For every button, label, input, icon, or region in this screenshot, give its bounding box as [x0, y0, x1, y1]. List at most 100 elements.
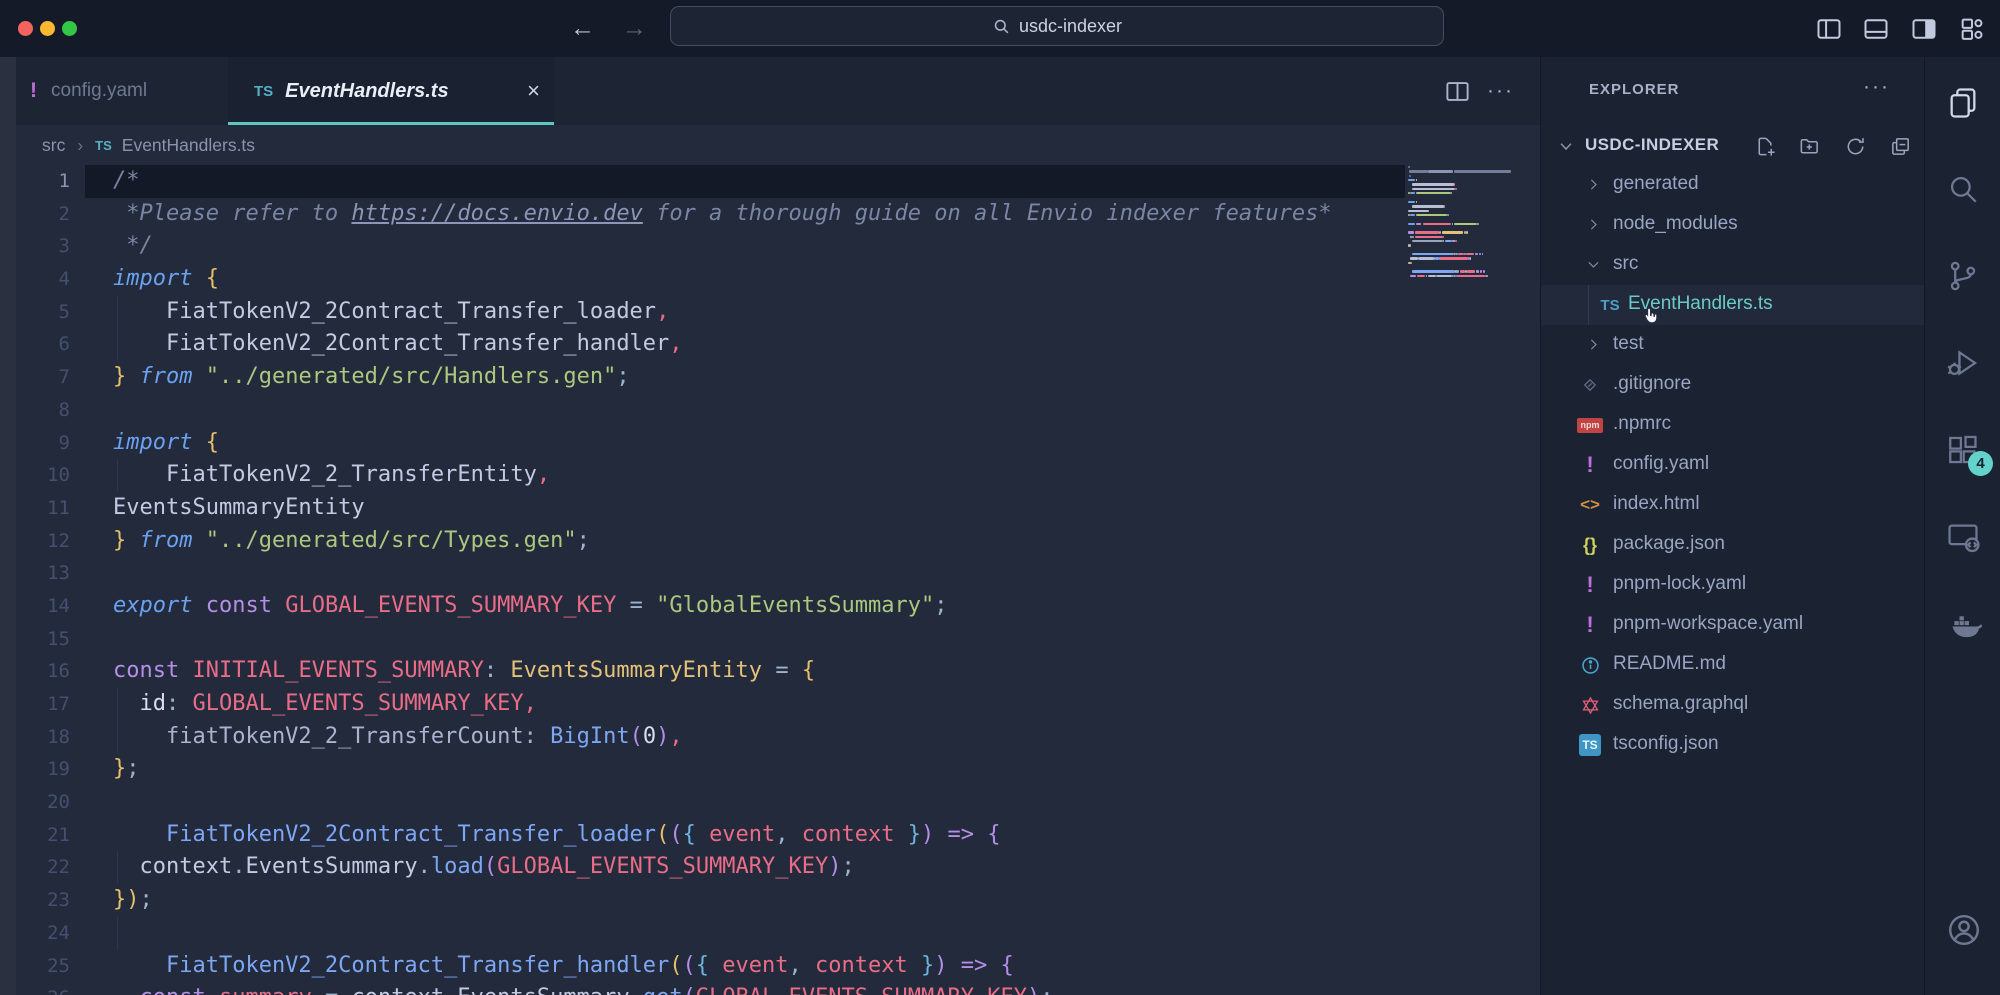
remote-explorer-icon[interactable] — [1946, 520, 1980, 554]
code-line-3[interactable]: 3 */ — [0, 230, 1405, 263]
refresh-icon[interactable] — [1844, 135, 1867, 158]
code-line-24[interactable]: 24 — [0, 917, 1405, 950]
code-line-15[interactable]: 15 — [0, 623, 1405, 656]
breadcrumb-separator-icon: › — [77, 135, 83, 156]
tree-file--npmrc[interactable]: npm.npmrc — [1541, 405, 1925, 445]
code-line-13[interactable]: 13 — [0, 557, 1405, 590]
code-line-10[interactable]: 10 FiatTokenV2_2_TransferEntity, — [0, 459, 1405, 492]
code-line-9[interactable]: 9import { — [0, 427, 1405, 460]
tree-file-config-yaml[interactable]: !config.yaml — [1541, 445, 1925, 485]
code-editor[interactable]: 1/*2 *Please refer to https://docs.envio… — [0, 165, 1405, 995]
warning-file-icon: ! — [1577, 573, 1603, 597]
project-name: USDC-INDEXER — [1585, 135, 1719, 155]
line-number: 7 — [0, 361, 70, 394]
zoom-window-button[interactable] — [62, 21, 77, 36]
tree-file-index-html[interactable]: <>index.html — [1541, 485, 1925, 525]
tree-file-pnpm-workspace-yaml[interactable]: !pnpm-workspace.yaml — [1541, 605, 1925, 645]
tree-label: index.html — [1613, 493, 1700, 515]
more-actions-icon[interactable]: ··· — [1487, 79, 1514, 103]
json-file-icon: {} — [1577, 533, 1603, 557]
docker-icon[interactable] — [1946, 607, 1980, 641]
collapse-all-icon[interactable] — [1889, 135, 1912, 158]
command-center-search[interactable]: usdc-indexer — [670, 6, 1444, 46]
tree-folder-test[interactable]: test — [1541, 325, 1925, 365]
code-line-17[interactable]: 17 id: GLOBAL_EVENTS_SUMMARY_KEY, — [0, 688, 1405, 721]
line-content: context.EventsSummary.load(GLOBAL_EVENTS… — [113, 851, 855, 884]
chevron-down-icon — [1557, 137, 1575, 155]
toggle-left-panel-icon[interactable] — [1815, 15, 1843, 43]
line-content: FiatTokenV2_2Contract_Transfer_handler((… — [113, 950, 1014, 983]
project-root-row[interactable]: USDC-INDEXER — [1541, 127, 1925, 165]
code-line-18[interactable]: 18 fiatTokenV2_2_TransferCount: BigInt(0… — [0, 721, 1405, 754]
tab-eventhandlers-ts[interactable]: TS EventHandlers.ts × — [228, 57, 554, 125]
code-line-7[interactable]: 7 } from "../generated/src/Handlers.gen"; — [0, 361, 1405, 394]
code-line-6[interactable]: 6 FiatTokenV2_2Contract_Transfer_handler… — [0, 328, 1405, 361]
tree-label: tsconfig.json — [1613, 733, 1719, 755]
line-content: } from "../generated/src/Handlers.gen"; — [113, 361, 630, 394]
code-line-25[interactable]: 25 FiatTokenV2_2Contract_Transfer_handle… — [0, 950, 1405, 983]
chevron-down-icon — [1585, 256, 1602, 273]
new-file-icon[interactable] — [1754, 135, 1777, 158]
minimize-window-button[interactable] — [40, 21, 55, 36]
code-line-19[interactable]: 19}; — [0, 753, 1405, 786]
toggle-bottom-panel-icon[interactable] — [1862, 15, 1890, 43]
npm-file-icon: npm — [1577, 413, 1603, 437]
customize-layout-icon[interactable] — [1958, 15, 1986, 43]
code-line-16[interactable]: 16const INITIAL_EVENTS_SUMMARY: EventsSu… — [0, 655, 1405, 688]
account-icon[interactable] — [1946, 912, 1980, 946]
code-line-12[interactable]: 12} from "../generated/src/Types.gen"; — [0, 525, 1405, 558]
code-line-11[interactable]: 11EventsSummaryEntity — [0, 492, 1405, 525]
line-number: 6 — [0, 328, 70, 361]
tab-config-yaml[interactable]: ! config.yaml — [20, 57, 200, 125]
tree-file-pnpm-lock-yaml[interactable]: ! pnpm-lock.yaml — [1541, 565, 1925, 605]
line-number: 1 — [0, 165, 70, 198]
close-tab-icon[interactable]: × — [527, 78, 540, 104]
line-number: 8 — [0, 394, 70, 427]
forward-button[interactable]: → — [622, 13, 647, 43]
source-control-icon[interactable] — [1946, 259, 1980, 293]
tree-file-tsconfig-json[interactable]: TStsconfig.json — [1541, 725, 1925, 765]
code-line-22[interactable]: 22 context.EventsSummary.load(GLOBAL_EVE… — [0, 851, 1405, 884]
breadcrumb-file[interactable]: EventHandlers.ts — [122, 135, 255, 156]
tree-folder-generated[interactable]: generated — [1541, 165, 1925, 205]
breadcrumb-folder[interactable]: src — [42, 135, 65, 156]
tree-file--gitignore[interactable]: .gitignore — [1541, 365, 1925, 405]
tree-label: pnpm-lock.yaml — [1613, 573, 1746, 595]
code-line-2[interactable]: 2 *Please refer to https://docs.envio.de… — [0, 198, 1405, 231]
explorer-icon[interactable] — [1946, 86, 1980, 120]
tab-label: config.yaml — [51, 80, 147, 102]
code-line-23[interactable]: 23}); — [0, 884, 1405, 917]
extensions-icon[interactable]: 4 — [1946, 433, 1980, 467]
close-window-button[interactable] — [18, 21, 33, 36]
code-line-4[interactable]: 4import { — [0, 263, 1405, 296]
code-line-14[interactable]: 14export const GLOBAL_EVENTS_SUMMARY_KEY… — [0, 590, 1405, 623]
line-content: */ — [113, 230, 153, 263]
tree-file-schema-graphql[interactable]: schema.graphql — [1541, 685, 1925, 725]
line-number: 16 — [0, 655, 70, 688]
search-icon[interactable] — [1946, 172, 1980, 206]
code-line-21[interactable]: 21 FiatTokenV2_2Contract_Transfer_loader… — [0, 819, 1405, 852]
code-line-8[interactable]: 8 — [0, 394, 1405, 427]
tree-file-eventhandlers-ts[interactable]: TSEventHandlers.ts — [1541, 285, 1925, 325]
explorer-more-icon[interactable]: ··· — [1863, 75, 1890, 99]
tree-file-package-json[interactable]: {}package.json — [1541, 525, 1925, 565]
toggle-right-panel-icon[interactable] — [1910, 15, 1938, 43]
new-folder-icon[interactable] — [1798, 135, 1821, 158]
split-editor-icon[interactable] — [1444, 78, 1471, 105]
code-line-26[interactable]: 26 const summary = context.EventsSummary… — [0, 982, 1405, 995]
tree-folder-node-modules[interactable]: node_modules — [1541, 205, 1925, 245]
typescript-icon: TS — [95, 138, 112, 153]
minimap[interactable] — [1408, 166, 1526, 284]
tree-folder-src[interactable]: src — [1541, 245, 1925, 285]
code-line-5[interactable]: 5 FiatTokenV2_2Contract_Transfer_loader, — [0, 296, 1405, 329]
code-line-1[interactable]: 1/* — [0, 165, 1405, 198]
tab-label: EventHandlers.ts — [285, 80, 448, 103]
run-debug-icon[interactable] — [1946, 346, 1980, 380]
code-line-20[interactable]: 20 — [0, 786, 1405, 819]
back-button[interactable]: ← — [570, 13, 595, 43]
line-number: 2 — [0, 198, 70, 231]
tree-label: schema.graphql — [1613, 693, 1748, 715]
chevron-right-icon — [1585, 216, 1602, 233]
tree-file-readme-md[interactable]: README.md — [1541, 645, 1925, 685]
line-content: FiatTokenV2_2_TransferEntity, — [113, 459, 550, 492]
